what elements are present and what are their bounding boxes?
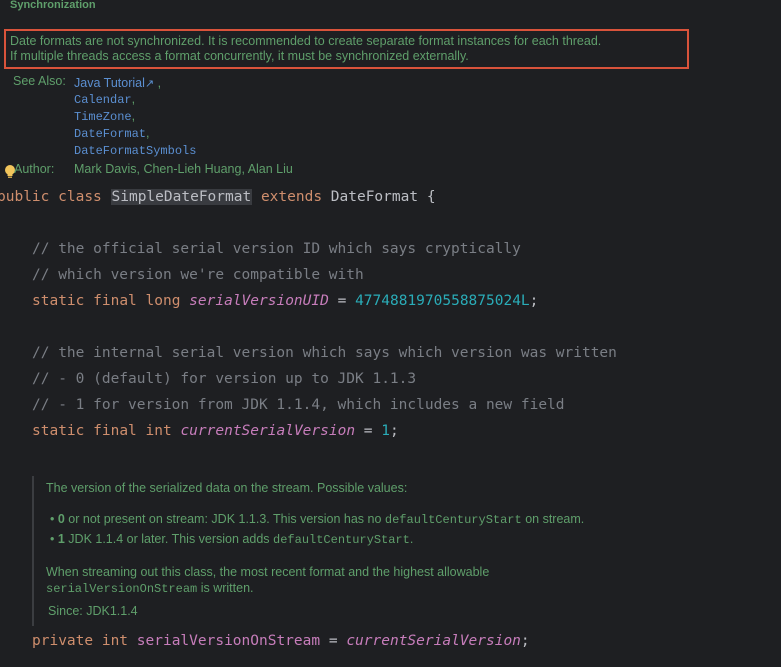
assign-operator: = (355, 423, 382, 439)
see-also-sep: , (154, 76, 162, 90)
see-also-sep: , (131, 109, 136, 123)
keyword-static: static (32, 293, 85, 309)
para-code: serialVersionOnStream (46, 582, 198, 596)
bullet-1-text: or not present on stream: JDK 1.1.3. Thi… (64, 512, 385, 526)
bullet-2-tail: . (409, 532, 414, 546)
bullet-dot: • (50, 512, 58, 526)
external-link-icon: ↗ (144, 78, 155, 90)
timezone-link[interactable]: TimeZone (74, 110, 132, 124)
bullet-2-value: 1 (57, 532, 65, 546)
serial-version-on-stream-declaration: private int serialVersionOnStream = curr… (32, 633, 530, 649)
keyword-private: private (32, 633, 94, 649)
type-int: int (101, 633, 129, 649)
bullet-1-value: 0 (57, 512, 65, 526)
author-label: Author: (14, 162, 55, 176)
author-value: Mark Davis, Chen-Lieh Huang, Alan Liu (74, 162, 293, 176)
serial-version-uid-declaration: static final long serialVersionUID = 477… (32, 293, 538, 309)
comment-line-3: // the internal serial version which say… (32, 345, 617, 361)
bullet-2-text: JDK 1.1.4 or later. This version adds (64, 532, 274, 546)
see-also-sep: , (131, 92, 136, 106)
bullet-1-code: defaultCenturyStart (384, 513, 522, 527)
java-tutorial-link[interactable]: Java Tutorial (74, 76, 145, 90)
current-serial-version-ref[interactable]: currentSerialVersion (346, 633, 521, 649)
keyword-final: final (93, 293, 137, 309)
see-also-item-dateformat: DateFormat, (74, 124, 150, 142)
see-also-item-calendar: Calendar, (74, 90, 135, 108)
javadoc-para-line1: When streaming out this class, the most … (46, 565, 490, 579)
keyword-public: public (0, 189, 50, 205)
parent-class[interactable]: DateFormat (331, 189, 418, 205)
current-serial-version-declaration: static final int currentSerialVersion = … (32, 423, 399, 439)
keyword-extends: extends (260, 189, 323, 205)
dateformatsymbols-link[interactable]: DateFormatSymbols (74, 144, 196, 158)
open-brace: { (426, 189, 436, 205)
comment-line-1: // the official serial version ID which … (32, 241, 521, 257)
see-also-item-dateformatsymbols: DateFormatSymbols (74, 141, 196, 159)
sync-text-line1: Date formats are not synchronized. It is… (10, 34, 602, 48)
javadoc-bullet-1: • 0 or not present on stream: JDK 1.1.3.… (50, 512, 584, 527)
sync-text-line2: If multiple threads access a format conc… (10, 49, 469, 63)
semicolon: ; (529, 293, 539, 309)
assign-operator: = (328, 293, 356, 309)
serial-uid-value: 4774881970558875024L (355, 293, 530, 309)
bullet-dot: • (50, 532, 58, 546)
comment-line-4: // - 0 (default) for version up to JDK 1… (32, 371, 417, 387)
comment-line-2: // which version we're compatible with (32, 267, 364, 283)
rendered-javadoc-block (32, 476, 781, 626)
keyword-class: class (58, 189, 102, 205)
bullet-2-code: defaultCenturyStart (273, 533, 410, 547)
class-name[interactable]: SimpleDateFormat (110, 189, 253, 205)
field-serial-version-uid[interactable]: serialVersionUID (189, 293, 329, 309)
semicolon: ; (520, 633, 530, 649)
current-serial-version-value: 1 (381, 423, 390, 439)
type-int: int (145, 423, 172, 439)
see-also-sep: , (146, 126, 150, 140)
javadoc-since: Since: JDK1.1.4 (48, 604, 138, 618)
para-tail: is written. (197, 581, 254, 595)
section-heading-synchronization: Synchronization (10, 0, 96, 11)
assign-operator: = (320, 633, 347, 649)
calendar-link[interactable]: Calendar (74, 93, 132, 107)
javadoc-para-line2: serialVersionOnStream is written. (46, 581, 254, 596)
comment-line-5: // - 1 for version from JDK 1.1.4, which… (32, 397, 565, 413)
bullet-1-tail: on stream. (521, 512, 585, 526)
field-current-serial-version[interactable]: currentSerialVersion (180, 423, 355, 439)
type-long: long (145, 293, 181, 309)
field-serial-version-on-stream[interactable]: serialVersionOnStream (137, 633, 320, 649)
see-also-item-timezone: TimeZone, (74, 107, 135, 125)
keyword-static: static (32, 423, 85, 439)
keyword-final: final (93, 423, 137, 439)
semicolon: ; (390, 423, 399, 439)
dateformat-link[interactable]: DateFormat (74, 127, 146, 141)
see-also-label: See Also: (13, 74, 66, 88)
class-declaration: public class SimpleDateFormat extends Da… (0, 189, 436, 205)
javadoc-bullet-2: • 1 JDK 1.1.4 or later. This version add… (50, 532, 413, 547)
javadoc-intro: The version of the serialized data on th… (46, 481, 408, 495)
